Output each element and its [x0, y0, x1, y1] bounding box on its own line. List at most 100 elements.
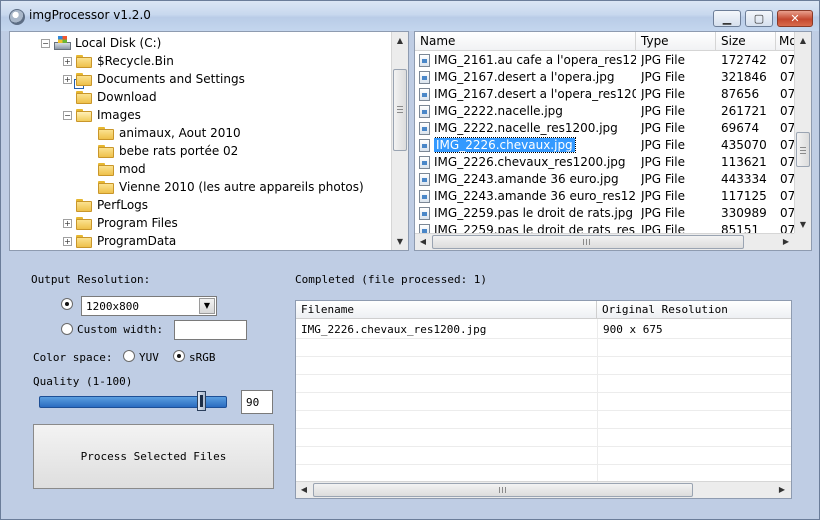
tree-item[interactable]: Vienne 2010 (les autre appareils photos): [10, 178, 390, 196]
file-name: IMG_2167.desert a l'opera_res1200.jpg: [434, 87, 636, 101]
tree-item-label: Download: [97, 90, 157, 104]
file-row[interactable]: IMG_2243.amande 36 euro_res1200.j... JPG …: [415, 188, 795, 205]
expand-icon[interactable]: +: [63, 57, 72, 66]
file-row[interactable]: IMG_2243.amande 36 euro.jpg JPG File 44333…: [415, 171, 795, 188]
scroll-thumb[interactable]: [313, 483, 693, 497]
scroll-thumb[interactable]: [796, 132, 810, 167]
file-type: JPG File: [641, 189, 685, 203]
expand-icon[interactable]: +: [63, 75, 72, 84]
scroll-up-icon[interactable]: ▲: [795, 32, 811, 49]
tree-item[interactable]: − Images: [10, 106, 390, 124]
file-type: JPG File: [641, 172, 685, 186]
results-horizontal-scrollbar[interactable]: ◀ ▶: [296, 481, 791, 498]
file-name: IMG_2226.chevaux.jpg: [434, 137, 636, 154]
scroll-right-icon[interactable]: ▶: [774, 482, 790, 498]
file-row[interactable]: IMG_2167.desert a l'opera.jpg JPG File 321…: [415, 69, 795, 86]
scroll-down-icon[interactable]: ▼: [392, 233, 408, 250]
file-modified: 07: [780, 70, 795, 84]
file-list[interactable]: Name Type Size Mo IMG_2161.au cafe a l'o…: [414, 31, 812, 251]
folder-icon: [76, 199, 92, 212]
tree-vertical-scrollbar[interactable]: ▲ ▼: [391, 32, 408, 250]
column-header-size[interactable]: Size: [716, 32, 776, 51]
file-modified: 07: [780, 138, 795, 152]
file-size: 117125: [721, 189, 767, 203]
file-type: JPG File: [641, 70, 685, 84]
title-bar[interactable]: imgProcessor v1.2.0 ▁ ▢ ✕: [1, 1, 819, 31]
column-header-modified[interactable]: Mo: [776, 32, 797, 51]
output-resolution-label: Output Resolution:: [31, 273, 151, 286]
files-vertical-scrollbar[interactable]: ▲ ▼: [794, 32, 811, 233]
tree-item[interactable]: + $Recycle.Bin: [10, 52, 390, 70]
folder-icon: [76, 217, 92, 230]
tree-item-label: Images: [97, 108, 141, 122]
file-size: 69674: [721, 121, 760, 135]
tree-item-label: Vienne 2010 (les autre appareils photos): [119, 180, 364, 194]
scroll-thumb[interactable]: [393, 69, 407, 151]
resolution-select[interactable]: 1200x800 ▼: [81, 296, 217, 316]
file-modified: 07: [780, 121, 795, 135]
results-table[interactable]: Filename Original Resolution IMG_2226.ch…: [295, 300, 792, 499]
scroll-up-icon[interactable]: ▲: [392, 32, 408, 49]
column-header-name[interactable]: Name: [415, 32, 636, 51]
file-row[interactable]: IMG_2259.pas le droit de rats.jpg JPG Fil…: [415, 205, 795, 222]
custom-width-radio[interactable]: [61, 323, 73, 335]
column-header-filename[interactable]: Filename: [296, 301, 597, 319]
close-button[interactable]: ✕: [777, 10, 813, 27]
file-name: IMG_2222.nacelle_res1200.jpg: [434, 121, 618, 135]
file-row[interactable]: IMG_2226.chevaux_res1200.jpg JPG File 1136…: [415, 154, 795, 171]
grid-line: [296, 374, 791, 375]
file-row[interactable]: IMG_2161.au cafe a l'opera_res1200.... JP…: [415, 52, 795, 69]
scroll-left-icon[interactable]: ◀: [296, 482, 312, 498]
collapse-icon[interactable]: −: [63, 111, 72, 120]
quality-input[interactable]: 90: [241, 390, 273, 414]
quality-slider-thumb[interactable]: [197, 391, 207, 411]
column-header-type[interactable]: Type: [636, 32, 716, 51]
tree-item[interactable]: + ProgramData: [10, 232, 390, 250]
tree-item[interactable]: bebe rats portée 02: [10, 142, 390, 160]
files-horizontal-scrollbar[interactable]: ◀ ▶: [415, 233, 795, 250]
maximize-button[interactable]: ▢: [745, 10, 773, 27]
file-type: JPG File: [641, 104, 685, 118]
color-space-label: Color space:: [33, 351, 113, 364]
column-header-original-resolution[interactable]: Original Resolution: [597, 301, 791, 319]
tree-item[interactable]: PerfLogs: [10, 196, 390, 214]
quality-label: Quality (1-100): [33, 375, 133, 388]
file-row[interactable]: IMG_2222.nacelle_res1200.jpg JPG File 6967…: [415, 120, 795, 137]
tree-item[interactable]: + ↗ Documents and Settings: [10, 70, 390, 89]
chevron-down-icon[interactable]: ▼: [199, 298, 215, 314]
minimize-button[interactable]: ▁: [713, 10, 741, 27]
grid-line: [296, 392, 791, 393]
file-size: 172742: [721, 53, 767, 67]
tree-item[interactable]: + Program Files: [10, 214, 390, 232]
tree-item[interactable]: Download: [10, 88, 390, 106]
expand-icon[interactable]: +: [63, 237, 72, 246]
file-row[interactable]: IMG_2222.nacelle.jpg JPG File 261721 07: [415, 103, 795, 120]
file-name: IMG_2161.au cafe a l'opera_res1200....: [434, 53, 636, 67]
file-type: JPG File: [641, 53, 685, 67]
scroll-corner: [794, 233, 811, 250]
tree-item[interactable]: − Local Disk (C:): [10, 34, 390, 52]
srgb-radio[interactable]: [173, 350, 185, 362]
scroll-down-icon[interactable]: ▼: [795, 216, 811, 233]
collapse-icon[interactable]: −: [41, 39, 50, 48]
expand-icon[interactable]: +: [63, 219, 72, 228]
file-row[interactable]: IMG_2167.desert a l'opera_res1200.jpg JPG…: [415, 86, 795, 103]
yuv-radio[interactable]: [123, 350, 135, 362]
file-row[interactable]: IMG_2226.chevaux.jpg JPG File 435070 07: [415, 137, 795, 154]
scroll-left-icon[interactable]: ◀: [415, 234, 431, 250]
folder-icon: [76, 55, 92, 68]
preset-resolution-radio[interactable]: [61, 298, 73, 310]
scroll-right-icon[interactable]: ▶: [778, 234, 794, 250]
scroll-thumb[interactable]: [432, 235, 744, 249]
process-selected-files-button[interactable]: Process Selected Files: [33, 424, 274, 489]
folder-tree[interactable]: − Local Disk (C:) + $Recycle.Bin + ↗ Documents…: [9, 31, 409, 251]
file-size: 330989: [721, 206, 767, 220]
tree-item[interactable]: mod: [10, 160, 390, 178]
status-text: Completed (file processed: 1): [295, 273, 488, 286]
jpg-file-icon: [419, 156, 430, 169]
window-title: imgProcessor v1.2.0: [29, 8, 151, 22]
tree-item[interactable]: animaux, Aout 2010: [10, 124, 390, 142]
jpg-file-icon: [419, 190, 430, 203]
custom-width-input[interactable]: [174, 320, 247, 340]
file-type: JPG File: [641, 87, 685, 101]
